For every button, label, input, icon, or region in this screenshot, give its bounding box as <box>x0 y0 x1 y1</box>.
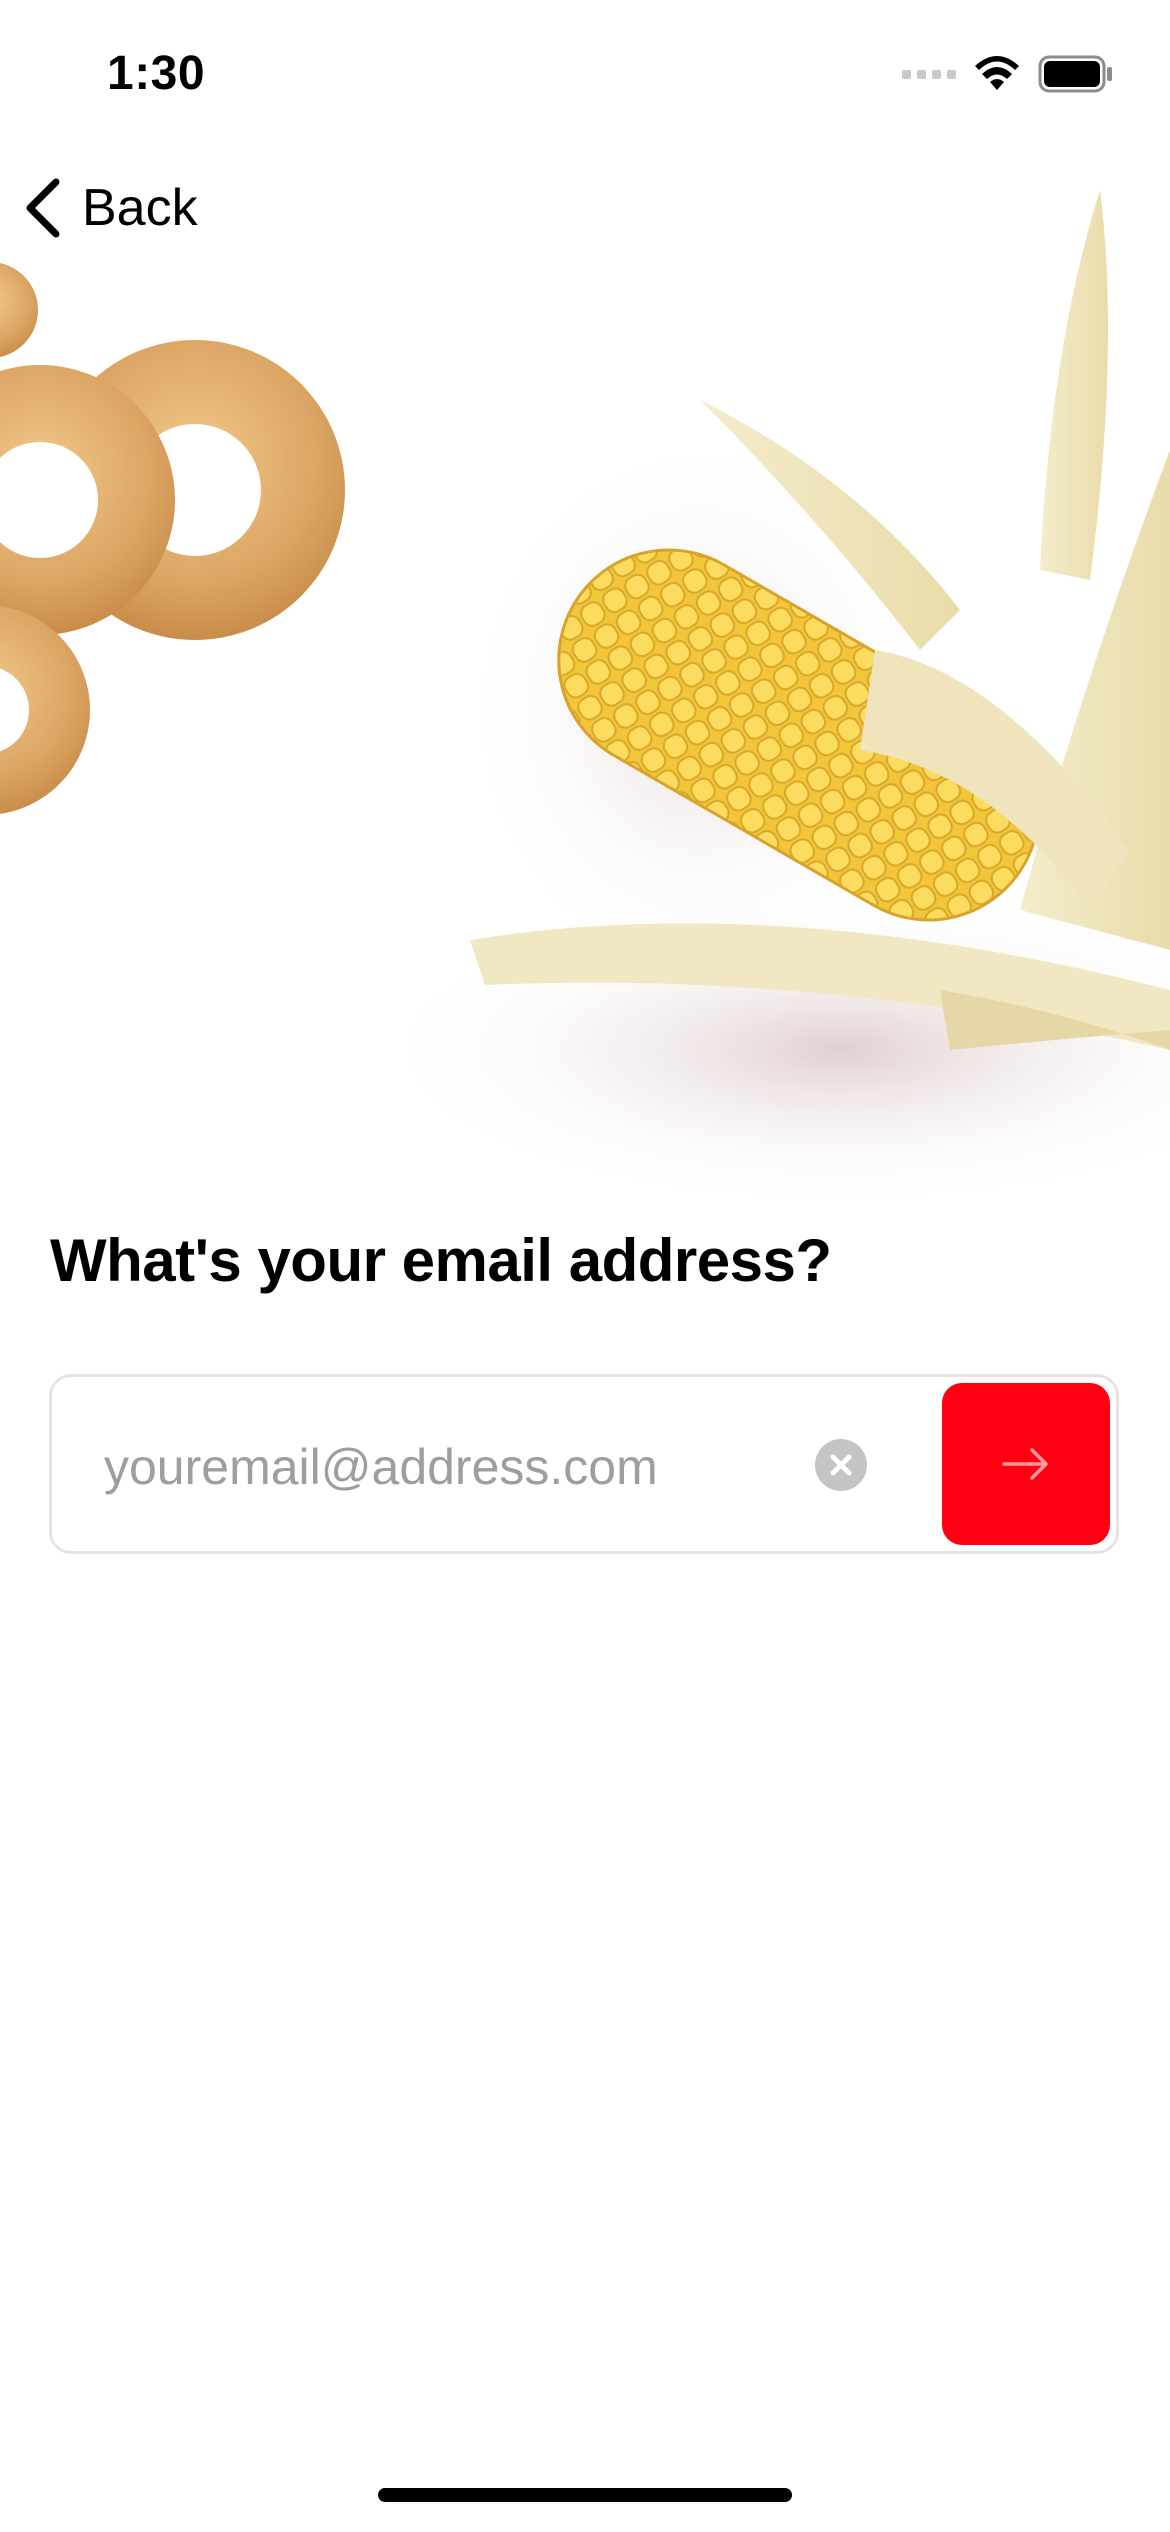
email-question-heading: What's your email address? <box>50 1227 832 1294</box>
status-time: 1:30 <box>107 47 206 100</box>
battery-icon <box>1038 55 1112 93</box>
bagels-photo <box>0 263 345 814</box>
hero-image <box>0 150 1170 1250</box>
clear-x-icon <box>830 1454 852 1476</box>
clear-input-button[interactable] <box>815 1439 867 1491</box>
hero-illustration <box>0 190 1170 1210</box>
wifi-icon <box>975 56 1019 90</box>
email-field-container <box>49 1374 1119 1554</box>
email-input[interactable] <box>102 1421 806 1513</box>
arrow-right-icon <box>1002 1448 1048 1480</box>
status-icons <box>902 52 1114 96</box>
cellular-signal-icon <box>902 69 956 79</box>
status-bar: 1:30 <box>0 0 1170 150</box>
submit-email-button[interactable] <box>942 1383 1110 1545</box>
home-indicator[interactable] <box>378 2488 792 2502</box>
